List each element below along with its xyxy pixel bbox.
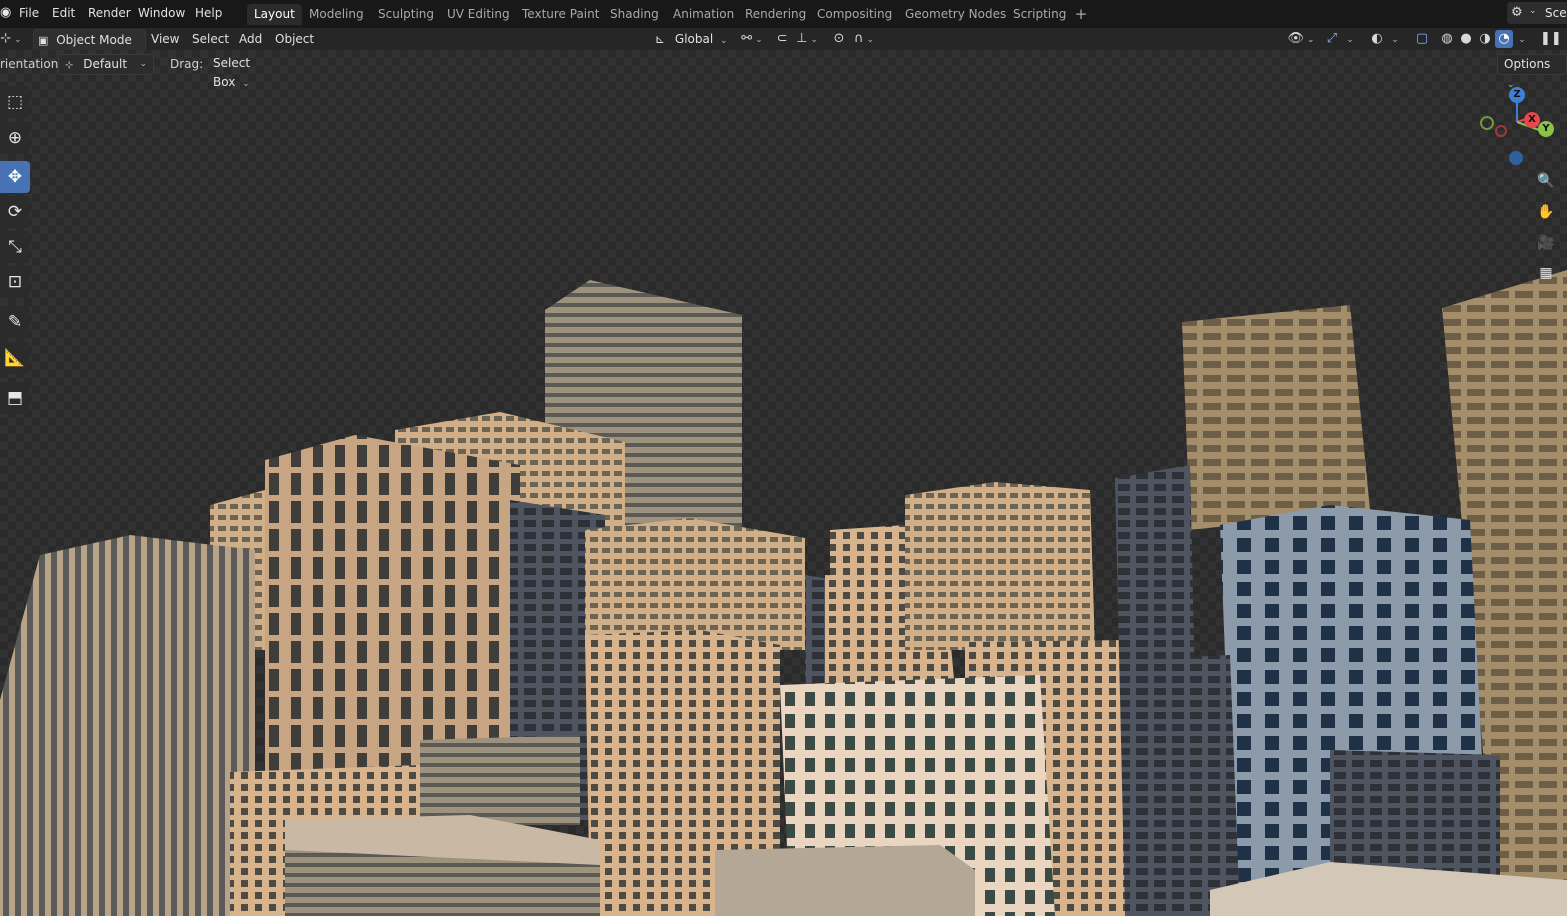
tab-scripting[interactable]: Scripting (1006, 4, 1073, 25)
menu-object[interactable]: Object (275, 29, 314, 49)
add-workspace-button[interactable]: + (1073, 4, 1089, 25)
options-dropdown[interactable]: Options ⌄ (1497, 54, 1567, 90)
wireframe-shading-icon[interactable]: ◍ (1438, 30, 1456, 48)
drag-dropdown[interactable]: Select Box ⌄ (207, 54, 281, 89)
navigation-gizmo[interactable]: Z X Y (1478, 86, 1558, 166)
measure-icon[interactable]: 📐 (0, 342, 30, 374)
overlays-icon[interactable]: ◐ (1368, 30, 1386, 48)
orientation-icon: ⊹ (65, 60, 74, 71)
tab-layout[interactable]: Layout (247, 4, 302, 25)
orientation-label: Global (674, 32, 714, 46)
rotate-icon[interactable]: ⟳ (0, 196, 30, 228)
zoom-icon[interactable]: 🔍 (1535, 170, 1557, 192)
object-mode-icon: ▣ (38, 34, 49, 47)
city-render (0, 270, 1567, 916)
select-box-icon[interactable]: ⬚ (0, 86, 30, 118)
scale-icon[interactable]: ⤡ (0, 231, 30, 263)
top-bar: ◉ File Edit Render Window Help Layout Mo… (0, 0, 1567, 29)
visibility-icon[interactable]: 👁 ⌄ (1287, 30, 1315, 48)
snap-target-icon[interactable]: ⊥ ⌄ (793, 30, 821, 48)
chevron-down-icon[interactable]: ⌄ (1343, 30, 1357, 48)
add-cube-icon[interactable]: ⬒ (0, 382, 30, 414)
chevron-down-icon: ⌄ (1529, 6, 1537, 16)
gizmo-toggle-icon[interactable]: ⤢ (1323, 30, 1341, 48)
gizmo-y-axis[interactable]: Y (1538, 121, 1554, 137)
mode-label: Object Mode (56, 33, 132, 47)
tab-modeling[interactable]: Modeling (302, 4, 371, 25)
tool-settings-bar: rientation: ⊹ Default ⌄ Drag: Select Box… (0, 52, 1567, 90)
transform-orientation-selector[interactable]: ⊾ Global ⌄ (655, 29, 728, 49)
tab-uv-editing[interactable]: UV Editing (440, 4, 517, 25)
solid-shading-icon[interactable]: ● (1457, 30, 1475, 48)
snap-icon[interactable]: ⊂ (773, 30, 791, 48)
menu-select[interactable]: Select (192, 29, 229, 49)
gizmo-neg-x-axis[interactable] (1495, 125, 1507, 137)
3d-viewport[interactable]: rientation: ⊹ Default ⌄ Drag: Select Box… (0, 50, 1567, 916)
hand-pan-icon[interactable]: ✋ (1535, 201, 1557, 223)
gizmo-neg-z-axis[interactable] (1509, 151, 1523, 165)
menu-add[interactable]: Add (239, 29, 262, 49)
scene-selector[interactable]: ⚙ ⌄ Sce (1507, 2, 1567, 24)
scene-name: Sce (1545, 6, 1567, 20)
material-shading-icon[interactable]: ◑ (1476, 30, 1494, 48)
tab-sculpting[interactable]: Sculpting (371, 4, 441, 25)
chevron-down-icon[interactable]: ⌄ (1388, 30, 1402, 48)
chevron-down-icon[interactable]: ⌄ (1515, 30, 1529, 48)
chevron-down-icon: ⌄ (720, 36, 728, 46)
tab-animation[interactable]: Animation (666, 4, 741, 25)
tab-texture-paint[interactable]: Texture Paint (515, 4, 606, 25)
rendered-shading-icon[interactable]: ◔ (1495, 30, 1513, 48)
viewport-header: ⊹⌄ ▣ Object Mode ⌄ View Select Add Objec… (0, 28, 1567, 68)
gizmo-neg-y-axis[interactable] (1480, 116, 1494, 130)
menu-render[interactable]: Render (82, 4, 137, 23)
transform-icon[interactable]: ⊡ (0, 266, 30, 298)
tab-compositing[interactable]: Compositing (810, 4, 899, 25)
menu-window[interactable]: Window (132, 4, 191, 23)
drag-label: Drag: (170, 57, 204, 71)
blender-logo-icon[interactable]: ◉ (0, 6, 12, 20)
tab-rendering[interactable]: Rendering (738, 4, 813, 25)
annotate-icon[interactable]: ✎ (0, 306, 30, 338)
menu-file[interactable]: File (13, 4, 45, 23)
tab-shading[interactable]: Shading (603, 4, 666, 25)
move-icon[interactable]: ✥ (0, 161, 30, 193)
camera-icon[interactable]: 🎥 (1535, 232, 1557, 254)
orientation-label: rientation: (0, 57, 63, 71)
orientation-value: Default (83, 57, 128, 71)
editor-type-icon[interactable]: ⊹ ⌄ (0, 30, 22, 48)
proportional-edit-icon[interactable]: ⊙ (830, 30, 848, 48)
orientation-icon: ⊾ (655, 32, 666, 46)
scene-icon: ⚙ (1511, 5, 1523, 20)
pause-render-icon[interactable]: ❚❚ (1540, 30, 1562, 48)
mode-selector[interactable]: ▣ Object Mode ⌄ (33, 29, 146, 68)
options-label: Options (1504, 57, 1551, 71)
menu-edit[interactable]: Edit (46, 4, 81, 23)
gizmo-z-axis[interactable]: Z (1509, 87, 1525, 103)
cursor-icon[interactable]: ⊕ (0, 122, 30, 154)
falloff-icon[interactable]: ∩ ⌄ (850, 30, 878, 48)
tab-geometry-nodes[interactable]: Geometry Nodes (898, 4, 1013, 25)
pivot-point-icon[interactable]: ⚯ ⌄ (738, 30, 766, 48)
xray-toggle-icon[interactable]: ▢ (1413, 30, 1431, 48)
orientation-dropdown[interactable]: ⊹ Default ⌄ (58, 54, 154, 75)
grid-perspective-icon[interactable]: ▦ (1535, 262, 1557, 284)
menu-help[interactable]: Help (189, 4, 228, 23)
chevron-down-icon: ⌄ (139, 59, 147, 69)
chevron-down-icon: ⌄ (242, 79, 250, 89)
menu-view[interactable]: View (151, 29, 179, 49)
